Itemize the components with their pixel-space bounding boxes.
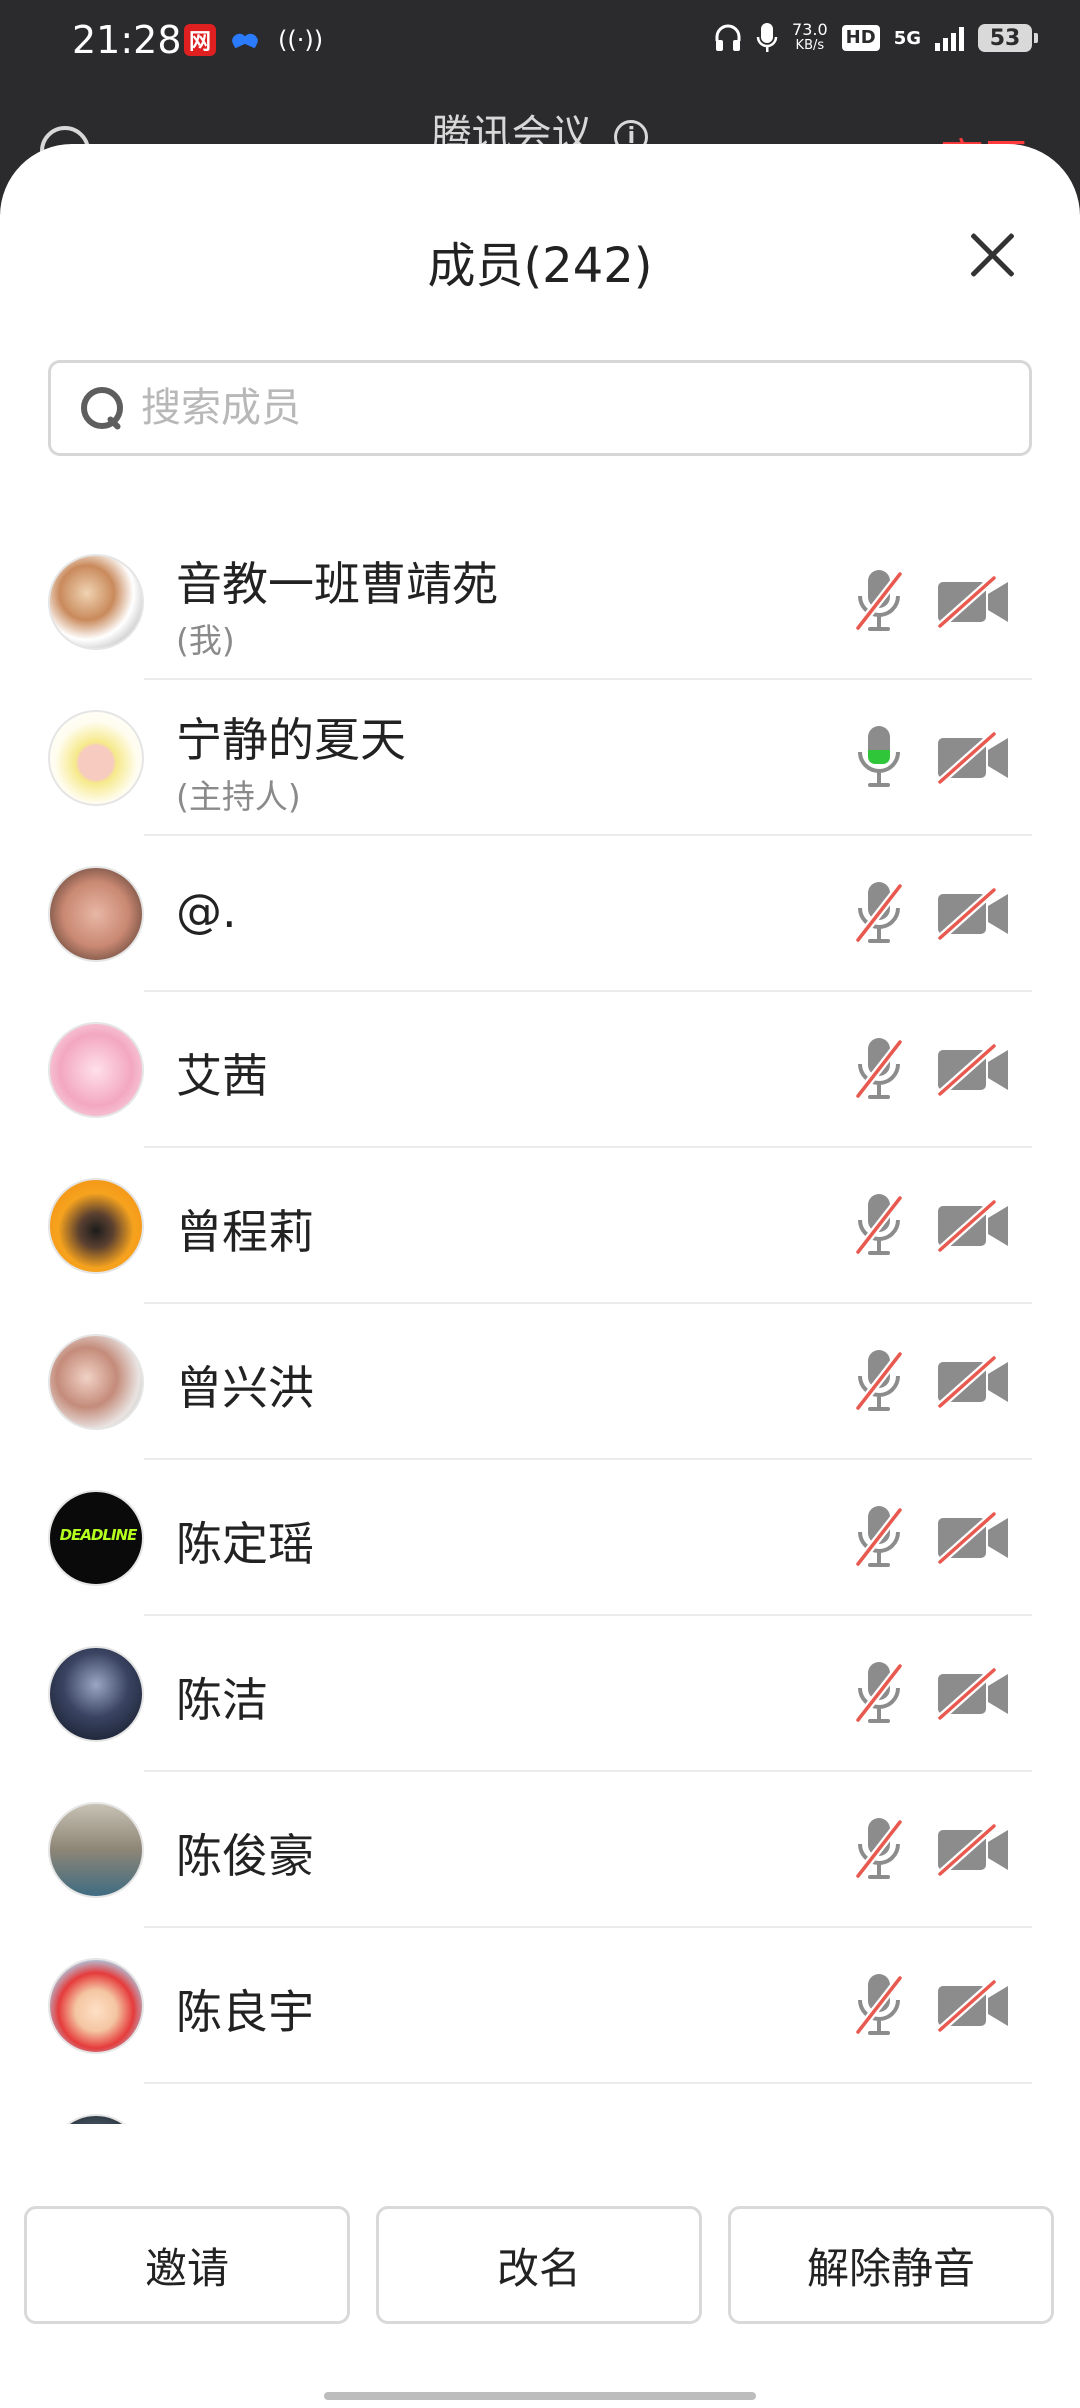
member-avatar [48,1022,144,1118]
members-list[interactable]: 音教一班曹靖苑 (我) 宁静的夏天 (主持人) @. 艾茜曾程莉曾兴洪 DEADLINE 陈定… [0,524,1080,2124]
member-name: 曾程莉 [176,1205,314,1259]
member-row[interactable]: 艾茜 [0,992,1080,1148]
member-row[interactable]: 陈良宇 [0,1928,1080,2084]
camera-off-icon[interactable] [936,1043,1012,1097]
member-role-tag: (主持人) [176,777,301,816]
mic-muted-icon[interactable] [854,568,904,636]
status-time: 21:28 [72,18,182,62]
camera-off-icon[interactable] [936,1199,1012,1253]
member-row[interactable]: @. [0,836,1080,992]
camera-off-icon[interactable] [936,1667,1012,1721]
member-name: 陈良宇 [176,1985,314,2039]
member-name: 陈定瑶 [176,1517,314,1571]
members-title: 成员(242) [427,238,653,294]
member-avatar [48,2114,144,2124]
member-avatar [48,1178,144,1274]
headphones-icon [715,24,741,51]
mic-muted-icon[interactable] [854,1660,904,1728]
member-avatar: DEADLINE [48,1490,144,1586]
mic-on-icon[interactable] [856,724,904,792]
mic-muted-icon[interactable] [854,1192,904,1260]
app-bird-icon [232,30,262,50]
home-indicator[interactable] [324,2392,756,2400]
member-row[interactable]: 陈洁 [0,1616,1080,1772]
member-avatar [48,710,144,806]
search-input[interactable] [139,384,999,432]
status-right-icons: 73.0 KB/s HD 5G 53 [714,22,1038,54]
camera-off-icon[interactable] [936,887,1012,941]
members-sheet: 成员(242) 音教一班曹靖苑 (我) 宁静的夏天 (主持人) @. 艾茜曾程莉曾兴洪 DE… [0,144,1080,2408]
mic-muted-icon[interactable] [854,1348,904,1416]
member-avatar [48,1646,144,1742]
member-name: 宁静的夏天 [176,713,406,767]
rename-button[interactable]: 改名 [376,2206,702,2324]
unmute-button[interactable]: 解除静音 [728,2206,1054,2324]
search-box[interactable] [48,360,1032,456]
member-row[interactable]: 音教一班曹靖苑 (我) [0,524,1080,680]
network-speed-unit: KB/s [795,38,825,53]
netease-app-icon: 网 [184,24,216,56]
network-speed: 73.0 KB/s [792,22,828,54]
battery-icon: 53 [978,24,1038,52]
camera-off-icon[interactable] [936,575,1012,629]
camera-off-icon[interactable] [936,731,1012,785]
member-avatar [48,866,144,962]
mic-muted-icon[interactable] [854,1504,904,1572]
member-row[interactable]: 曾兴洪 [0,1304,1080,1460]
mic-muted-icon[interactable] [854,1036,904,1104]
mic-muted-icon[interactable] [854,1972,904,2040]
signal-icon [935,25,964,51]
member-row[interactable]: DEADLINE 陈定瑶 [0,1460,1080,1616]
avatar-logo-text: DEADLINE [59,1526,138,1544]
member-avatar [48,1802,144,1898]
member-row[interactable]: 曾程莉 [0,1148,1080,1304]
member-row[interactable] [0,2084,1080,2124]
member-row[interactable]: 陈俊豪 [0,1772,1080,1928]
member-name: 陈洁 [176,1673,268,1727]
member-name: @. [176,884,237,938]
member-avatar [48,1958,144,2054]
status-left-icons: 网 ((·)) [184,24,323,56]
mic-muted-icon[interactable] [854,880,904,948]
network-type: 5G [893,27,921,49]
invite-button[interactable]: 邀请 [24,2206,350,2324]
camera-off-icon[interactable] [936,1355,1012,1409]
member-avatar [48,554,144,650]
camera-off-icon[interactable] [936,1979,1012,2033]
camera-off-icon[interactable] [936,1511,1012,1565]
mic-status-icon [756,23,778,52]
mic-muted-icon[interactable] [854,1816,904,1884]
search-icon [79,385,125,431]
action-bar: 邀请 改名 解除静音 [0,2174,1080,2324]
member-name: 陈俊豪 [176,1829,314,1883]
network-speed-value: 73.0 [792,20,828,39]
member-role-tag: (我) [176,621,235,660]
hd-badge: HD [841,25,880,51]
status-bar: 21:28 网 ((·)) 73.0 KB/s HD 5G 53 [0,0,1080,88]
member-name: 艾茜 [176,1049,268,1103]
close-icon[interactable] [966,228,1018,280]
camera-off-icon[interactable] [936,1823,1012,1877]
member-name: 曾兴洪 [176,1361,314,1415]
member-name: 音教一班曹靖苑 [176,557,498,611]
member-row[interactable]: 宁静的夏天 (主持人) [0,680,1080,836]
member-avatar [48,1334,144,1430]
hotspot-icon: ((·)) [278,26,324,54]
